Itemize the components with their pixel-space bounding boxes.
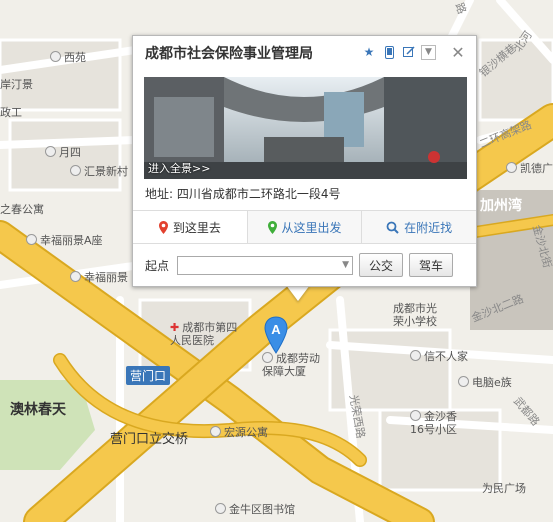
hospital-icon: ✚ xyxy=(170,321,180,334)
poi-icon xyxy=(506,162,517,173)
svg-text:A: A xyxy=(271,322,281,337)
poi-icon xyxy=(215,503,226,514)
tab-start-here[interactable]: 从这里出发 xyxy=(246,211,362,243)
location-marker-a[interactable]: A xyxy=(263,316,289,354)
start-input[interactable]: ▼ xyxy=(177,255,353,275)
bus-button[interactable]: 公交 xyxy=(359,253,404,277)
dropdown-icon[interactable]: ▼ xyxy=(421,44,436,60)
phone-icon[interactable] xyxy=(381,44,397,60)
poi-icon xyxy=(210,426,221,437)
start-label: 起点 xyxy=(145,258,170,273)
poi-label[interactable]: 成都市光荣小学校 xyxy=(393,302,443,328)
poi-label[interactable]: 为民广场 xyxy=(482,482,526,495)
tab-label: 从这里出发 xyxy=(281,220,342,235)
poi-label-laodong[interactable]: 成都劳动保障大厦 xyxy=(262,352,330,378)
area-label-jiazhouwan[interactable]: 加州湾 xyxy=(480,199,522,213)
poi-label[interactable]: 幸福丽景 xyxy=(70,271,128,284)
poi-label[interactable]: 凯德广 xyxy=(506,162,553,175)
area-label-aolin[interactable]: 澳林春天 xyxy=(10,403,66,417)
tab-go-here[interactable]: 到这里去 xyxy=(133,211,247,243)
poi-label[interactable]: 汇景新村 xyxy=(70,165,128,178)
poi-label[interactable]: 电脑e族 xyxy=(458,376,512,389)
pin-green-icon xyxy=(267,220,277,234)
search-icon xyxy=(386,221,399,234)
poi-label-hospital[interactable]: ✚ 成都市第四人民医院 xyxy=(170,321,244,347)
tab-label: 到这里去 xyxy=(172,220,221,235)
route-form: 起点 ▼ 公交 驾车 xyxy=(145,253,454,277)
poi-label[interactable]: 岸汀景 xyxy=(0,78,33,91)
enter-panorama-link[interactable]: 进入全景>> xyxy=(148,160,210,176)
interchange-label[interactable]: 营门口立交桥 xyxy=(110,433,188,446)
poi-icon xyxy=(50,51,61,62)
poi-label[interactable]: 之春公寓 xyxy=(0,203,44,216)
poi-label[interactable]: 金沙香16号小区 xyxy=(410,410,460,436)
poi-icon xyxy=(70,271,81,282)
address-label: 地址: xyxy=(145,187,174,201)
address-value: 四川省成都市二环路北一段4号 xyxy=(176,187,341,201)
poi-icon xyxy=(410,350,421,361)
tab-label: 在附近找 xyxy=(404,220,453,235)
poi-icon xyxy=(458,376,469,387)
poi-label[interactable]: 月四 xyxy=(45,146,81,159)
popup-toolbar: ★ ▼ ✕ xyxy=(361,43,466,62)
pin-red-icon xyxy=(158,220,168,234)
poi-label[interactable]: 宏源公寓 xyxy=(210,426,268,439)
poi-label[interactable]: 幸福丽景A座 xyxy=(26,234,103,247)
drive-button[interactable]: 驾车 xyxy=(409,253,454,277)
chevron-down-icon[interactable]: ▼ xyxy=(342,260,349,270)
route-tabs: 到这里去 从这里出发 在附近找 xyxy=(133,210,476,244)
poi-label[interactable]: 金牛区图书馆 xyxy=(215,503,295,516)
tab-search-nearby[interactable]: 在附近找 xyxy=(361,211,476,243)
close-icon[interactable]: ✕ xyxy=(450,43,466,62)
poi-label[interactable]: 政工 xyxy=(0,106,22,119)
address-line: 地址: 四川省成都市二环路北一段4号 xyxy=(145,185,341,202)
poi-icon xyxy=(70,165,81,176)
info-popup: 成都市社会保险事业管理局 ★ ▼ ✕ 进入全景>> 地址: 四川省成都市二环路北… xyxy=(132,35,477,287)
road-badge-yingmenkou[interactable]: 营门口 xyxy=(126,366,171,385)
poi-icon xyxy=(45,146,56,157)
poi-icon xyxy=(410,410,421,421)
popup-title: 成都市社会保险事业管理局 xyxy=(145,46,313,62)
poi-icon xyxy=(26,234,37,245)
star-icon[interactable]: ★ xyxy=(361,44,377,60)
edit-icon[interactable] xyxy=(401,44,417,60)
poi-label[interactable]: 西苑 xyxy=(50,51,86,64)
poi-label[interactable]: 信不人家 xyxy=(410,350,468,363)
panorama-image[interactable]: 进入全景>> xyxy=(144,77,467,179)
popup-tail xyxy=(286,285,310,301)
